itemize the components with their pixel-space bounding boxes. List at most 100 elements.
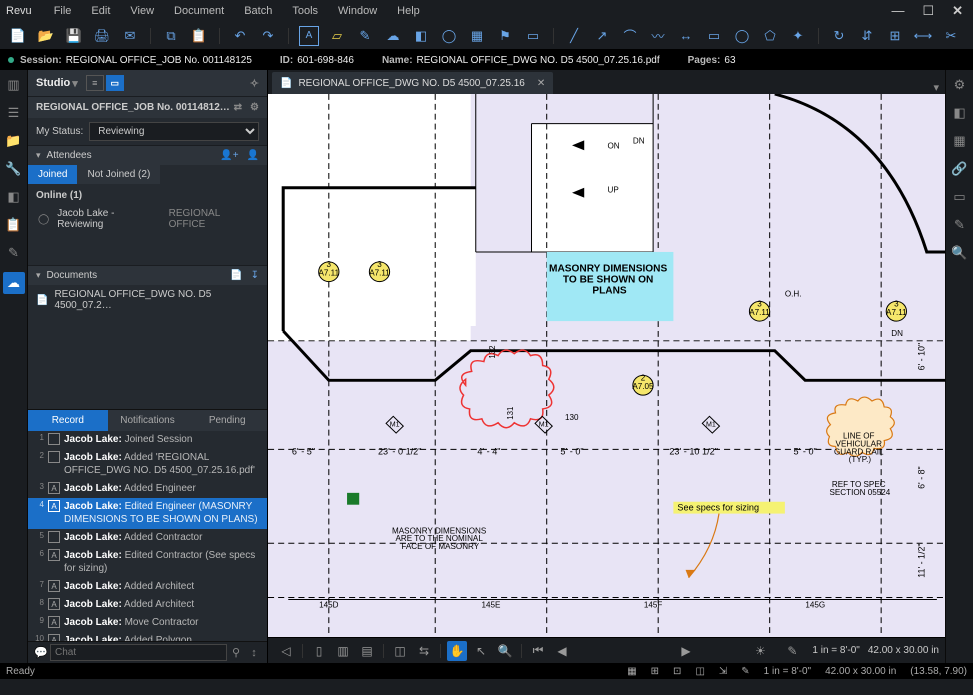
polygon-icon[interactable]: ⬠ — [760, 26, 780, 46]
close-button[interactable]: ✕ — [948, 3, 967, 19]
cloud-icon[interactable]: ☁ — [383, 26, 403, 46]
record-item[interactable]: 10AJacob Lake: Added Polygon — [28, 632, 267, 641]
status-icon1[interactable]: ▦ — [627, 666, 636, 677]
menu-edit[interactable]: Edit — [91, 5, 110, 17]
menu-window[interactable]: Window — [338, 5, 377, 17]
invite-icon[interactable]: 👤+ — [220, 150, 238, 161]
tab-record[interactable]: Record — [28, 409, 108, 431]
menu-view[interactable]: View — [130, 5, 154, 17]
dimmer-icon[interactable]: ✎ — [782, 641, 802, 661]
scale-display[interactable]: 1 in = 8'-0" — [812, 645, 859, 656]
status-icon3[interactable]: ⊡ — [673, 666, 681, 677]
highlight-icon[interactable]: ▱ — [327, 26, 347, 46]
zoom-icon[interactable]: 🔍 — [495, 641, 515, 661]
flag-icon[interactable]: ⚑ — [495, 26, 515, 46]
new-icon[interactable]: 📄 — [8, 26, 28, 46]
ellipse-icon[interactable]: ◯ — [732, 26, 752, 46]
single-page-icon[interactable]: ▯ — [309, 641, 329, 661]
status-scale[interactable]: 1 in = 8'-0" — [764, 666, 811, 677]
status-icon4[interactable]: ◫ — [695, 666, 704, 677]
view-list[interactable]: ≡ — [86, 75, 104, 91]
record-item[interactable]: 5 Jacob Lake: Added Contractor — [28, 529, 267, 547]
attendee-row[interactable]: ◯ Jacob Lake - Reviewing REGIONAL OFFICE — [28, 205, 267, 233]
settings-icon[interactable]: ⚙ — [951, 76, 969, 94]
menu-document[interactable]: Document — [174, 5, 224, 17]
sync-icon[interactable]: ⇆ — [414, 641, 434, 661]
rectangle-icon[interactable]: ▭ — [704, 26, 724, 46]
text-icon[interactable]: A — [299, 26, 319, 46]
menu-tools[interactable]: Tools — [292, 5, 318, 17]
maximize-button[interactable]: ☐ — [918, 3, 938, 19]
split-icon[interactable]: ◫ — [390, 641, 410, 661]
tab-notjoined[interactable]: Not Joined (2) — [77, 165, 160, 184]
copy-icon[interactable]: ⧉ — [161, 26, 181, 46]
next-page-icon[interactable]: ▶ — [676, 641, 696, 661]
project-settings-icon[interactable]: ⚙ — [250, 102, 259, 113]
project-action1-icon[interactable]: ⇄ — [234, 102, 242, 113]
menu-help[interactable]: Help — [397, 5, 420, 17]
arc-icon[interactable]: ⌒ — [620, 26, 640, 46]
record-item[interactable]: 6AJacob Lake: Edited Contractor (See spe… — [28, 547, 267, 578]
signatures-icon[interactable]: ✎ — [951, 216, 969, 234]
align-icon[interactable]: ⊞ — [885, 26, 905, 46]
sort-doc-icon[interactable]: ↧ — [251, 270, 259, 281]
document-tab[interactable]: 📄 REGIONAL OFFICE_DWG NO. D5 4500_07.25.… — [272, 72, 553, 94]
filter-icon[interactable]: ⚲ — [227, 646, 245, 659]
document-item[interactable]: 📄 REGIONAL OFFICE_DWG NO. D5 4500_07.2… — [28, 285, 267, 315]
thumbnails-icon[interactable]: ▥ — [5, 76, 23, 94]
record-item[interactable]: 2 Jacob Lake: Added 'REGIONAL OFFICE_DWG… — [28, 449, 267, 480]
tab-joined[interactable]: Joined — [28, 165, 77, 184]
drawing-canvas[interactable]: MASONRY DIMENSIONS TO BE SHOWN ON PLANS … — [268, 94, 945, 637]
properties-icon[interactable]: ◧ — [5, 188, 23, 206]
pin-icon[interactable]: ✧ — [250, 77, 259, 90]
tab-close-icon[interactable]: ✕ — [537, 78, 545, 89]
studio-icon[interactable]: ☁ — [3, 272, 25, 294]
nav-prev-icon[interactable]: ◁ — [276, 641, 296, 661]
minimize-button[interactable]: — — [887, 3, 908, 19]
note-icon[interactable]: ▭ — [523, 26, 543, 46]
record-item[interactable]: 3AJacob Lake: Added Engineer — [28, 480, 267, 498]
line-icon[interactable]: ╱ — [564, 26, 584, 46]
polyline-icon[interactable]: 〰 — [648, 26, 668, 46]
chat-icon[interactable]: 💬 — [32, 646, 50, 659]
status-select[interactable]: Reviewing — [89, 122, 259, 141]
sort-icon[interactable]: ⇵ — [857, 26, 877, 46]
record-item[interactable]: 1 Jacob Lake: Joined Session — [28, 431, 267, 449]
links-icon[interactable]: 🔗 — [951, 160, 969, 178]
forms-icon[interactable]: ▭ — [951, 188, 969, 206]
layers-icon[interactable]: ◧ — [951, 104, 969, 122]
toolchest-icon[interactable]: 🔧 — [5, 160, 23, 178]
record-item[interactable]: 8AJacob Lake: Added Architect — [28, 596, 267, 614]
attendees-header[interactable]: ▾ Attendees 👤+ 👤 — [28, 145, 267, 165]
open-icon[interactable]: 📂 — [36, 26, 56, 46]
callout-icon[interactable]: ◧ — [411, 26, 431, 46]
redo-icon[interactable]: ↷ — [258, 26, 278, 46]
prev-page-icon[interactable]: ◀ — [552, 641, 572, 661]
pan-icon[interactable]: ✋ — [447, 641, 467, 661]
measure-icon[interactable]: ⟷ — [913, 26, 933, 46]
first-page-icon[interactable]: ⏮ — [528, 641, 548, 661]
search-icon[interactable]: 📋 — [5, 216, 23, 234]
continuous-icon[interactable]: ▥ — [333, 641, 353, 661]
undo-icon[interactable]: ↶ — [230, 26, 250, 46]
status-icon6[interactable]: ✎ — [741, 666, 749, 677]
brightness-icon[interactable]: ☀ — [750, 641, 770, 661]
documents-header[interactable]: ▾ Documents 📄 ↧ — [28, 265, 267, 285]
record-item[interactable]: 9AJacob Lake: Move Contractor — [28, 614, 267, 632]
tab-notifications[interactable]: Notifications — [108, 409, 188, 431]
arrow-icon[interactable]: ↗ — [592, 26, 612, 46]
rotate-icon[interactable]: ↻ — [829, 26, 849, 46]
print-icon[interactable]: 🖨 — [92, 26, 112, 46]
pen-icon[interactable]: ✎ — [355, 26, 375, 46]
chevron-down-icon[interactable]: ▾ — [72, 77, 78, 90]
markups-icon[interactable]: ✎ — [5, 244, 23, 262]
bookmarks-icon[interactable]: ☰ — [5, 104, 23, 122]
select-icon[interactable]: ↖ — [471, 641, 491, 661]
record-item[interactable]: 7AJacob Lake: Added Architect — [28, 578, 267, 596]
snapshot-icon[interactable]: ✂ — [941, 26, 961, 46]
menu-file[interactable]: File — [54, 5, 72, 17]
status-icon5[interactable]: ⇲ — [719, 666, 727, 677]
menu-batch[interactable]: Batch — [244, 5, 272, 17]
view-detail[interactable]: ▭ — [106, 75, 124, 91]
record-item[interactable]: 4AJacob Lake: Edited Engineer (MASONRY D… — [28, 498, 267, 529]
